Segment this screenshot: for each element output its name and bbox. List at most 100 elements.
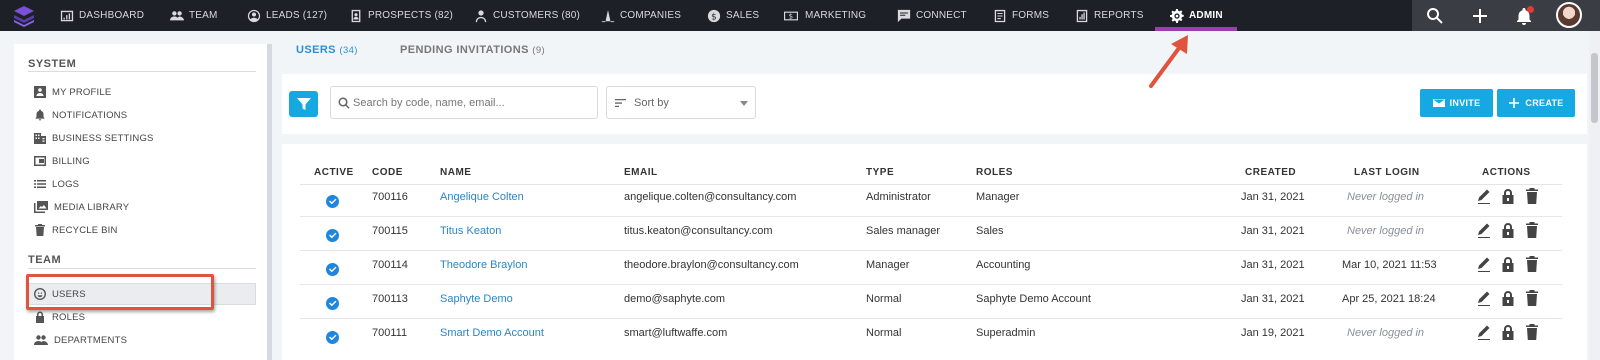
sidebar-item-billing[interactable]: BILLING [34,152,90,170]
sidebar-item-logs[interactable]: LOGS [34,175,79,193]
sidebar-item-departments[interactable]: DEPARTMENTS [34,331,127,349]
add-button[interactable] [1470,6,1490,26]
column-header-active[interactable]: ACTIVE [314,167,354,178]
nav-marketing[interactable]: $ MARKETING [782,0,866,31]
cell-code: 700114 [372,259,408,271]
edit-icon[interactable] [1477,290,1491,306]
cell-type: Sales manager [866,225,940,237]
building-icon [34,133,46,144]
cell-email: demo@saphyte.com [624,293,726,305]
nav-customers[interactable]: CUSTOMERS (80) [474,0,580,31]
billing-icon [34,156,46,166]
tab-users[interactable]: USERS (34) [296,44,358,56]
delete-icon[interactable] [1525,188,1539,204]
page-scrollbar[interactable] [1589,31,1600,360]
sidebar-item-business-settings[interactable]: BUSINESS SETTINGS [34,129,154,147]
column-header-created[interactable]: CREATED [1245,167,1296,178]
nav-label: DASHBOARD [79,10,145,21]
nav-reports[interactable]: REPORTS [1075,0,1144,31]
nav-forms[interactable]: FORMS [993,0,1049,31]
tab-count: (34) [339,45,358,56]
scrollbar-thumb[interactable] [1591,53,1598,123]
nav-prospects[interactable]: PROSPECTS (82) [349,0,453,31]
sidebar-item-media-library[interactable]: MEDIA LIBRARY [34,198,129,216]
active-check-icon[interactable] [326,195,339,208]
divider [300,184,1562,185]
user-name-link[interactable]: Titus Keaton [440,225,501,237]
cell-type: Normal [866,293,902,305]
search-button[interactable] [1425,6,1445,26]
column-header-last-login[interactable]: LAST LOGIN [1354,167,1420,178]
lock-icon[interactable] [1501,324,1515,340]
active-check-icon[interactable] [326,297,339,310]
nav-companies[interactable]: COMPANIES [601,0,681,31]
lock-icon[interactable] [1501,290,1515,306]
search-input[interactable] [353,87,593,118]
connect-icon [897,9,911,22]
nav-dashboard[interactable]: DASHBOARD [60,0,144,31]
user-name-link[interactable]: Theodore Braylon [440,259,527,271]
column-header-name[interactable]: NAME [440,167,471,178]
cell-code: 700115 [372,225,408,237]
lock-icon[interactable] [1501,188,1515,204]
lock-icon[interactable] [1501,256,1515,272]
column-header-code[interactable]: CODE [372,167,403,178]
invite-button[interactable]: INVITE [1420,89,1493,117]
admin-gear-icon [1170,8,1184,23]
sidebar-item-label: DEPARTMENTS [54,334,128,346]
nav-label: FORMS [1012,10,1050,21]
filter-button[interactable] [289,91,318,117]
sidebar-item-my-profile[interactable]: MY PROFILE [34,83,111,101]
active-check-icon[interactable] [326,331,339,344]
plus-icon [1509,98,1520,108]
active-check-icon[interactable] [326,229,339,242]
sidebar-heading-system: SYSTEM [28,58,77,70]
search-field[interactable] [330,86,598,119]
sidebar-scrollbar[interactable] [267,44,272,360]
tab-label: USERS [296,44,336,56]
delete-icon[interactable] [1525,222,1539,238]
cell-created: Jan 31, 2021 [1241,293,1305,305]
user-name-link[interactable]: Saphyte Demo [440,293,513,305]
active-check-icon[interactable] [326,263,339,276]
sort-by-select[interactable]: Sort by [606,86,756,119]
notifications-button[interactable] [1514,6,1534,26]
user-avatar[interactable] [1556,2,1582,28]
delete-icon[interactable] [1525,256,1539,272]
column-header-email[interactable]: EMAIL [624,167,658,178]
column-header-roles[interactable]: ROLES [976,167,1013,178]
annotation-highlight-box [26,274,214,310]
forms-icon [994,9,1006,22]
team-icon [170,10,184,20]
column-header-type[interactable]: TYPE [866,167,894,178]
nav-sales[interactable]: $ SALES [707,0,759,31]
cell-code: 700111 [372,327,408,339]
tab-pending-invitations[interactable]: PENDING INVITATIONS (9) [400,44,545,56]
cell-created: Jan 31, 2021 [1241,225,1305,237]
user-name-link[interactable]: Smart Demo Account [440,327,544,339]
svg-text:$: $ [789,12,794,20]
user-name-link[interactable]: Angelique Colten [440,191,524,203]
sidebar-item-recycle-bin[interactable]: RECYCLE BIN [34,221,118,239]
lock-icon[interactable] [1501,222,1515,238]
cell-email: titus.keaton@consultancy.com [624,225,773,237]
cell-type: Normal [866,327,902,339]
nav-team[interactable]: TEAM [170,0,218,31]
cell-last-login: Never logged in [1347,225,1425,237]
edit-icon[interactable] [1477,188,1491,204]
app-logo[interactable] [12,4,36,28]
lock-icon [36,311,44,323]
delete-icon[interactable] [1525,290,1539,306]
edit-icon[interactable] [1477,256,1491,272]
tab-label: PENDING INVITATIONS [400,44,529,56]
sidebar-item-notifications[interactable]: NOTIFICATIONS [34,106,127,124]
delete-icon[interactable] [1525,324,1539,340]
cell-created: Jan 31, 2021 [1241,191,1305,203]
nav-connect[interactable]: CONNECT [897,0,967,31]
create-button[interactable]: CREATE [1497,89,1575,117]
nav-leads[interactable]: LEADS (127) [247,0,327,31]
edit-icon[interactable] [1477,222,1491,238]
sidebar-item-roles[interactable]: ROLES [34,308,85,326]
sidebar-item-label: BILLING [52,155,90,167]
edit-icon[interactable] [1477,324,1491,340]
